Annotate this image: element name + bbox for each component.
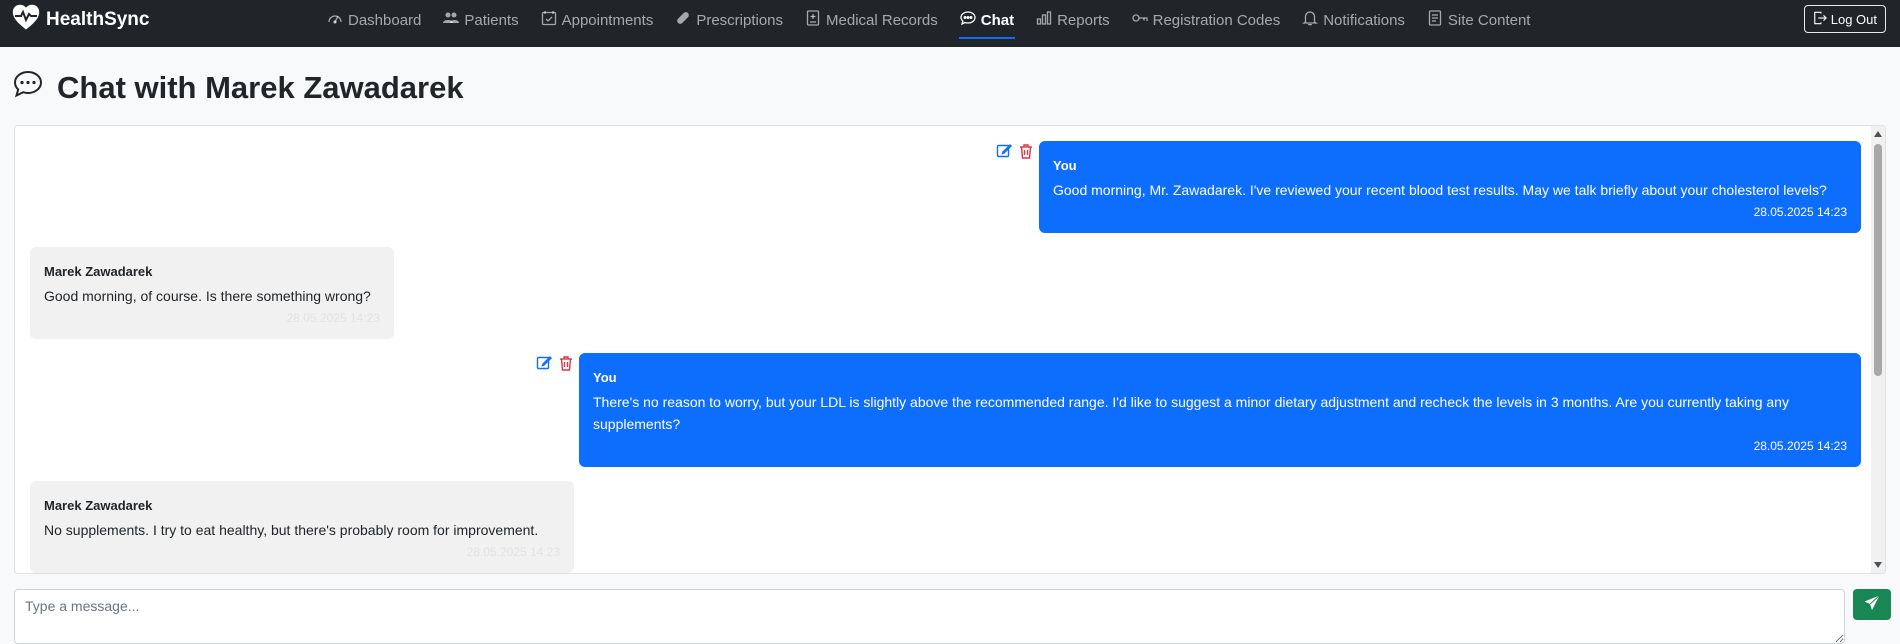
chat-messages-panel[interactable]: You Good morning, Mr. Zawadarek. I've re… xyxy=(14,125,1886,574)
file-text-icon xyxy=(1427,10,1443,30)
message-sender: Marek Zawadarek xyxy=(44,498,153,513)
chat-message-received: Marek Zawadarek Good morning, of course.… xyxy=(30,247,394,339)
chat-message-received: Marek Zawadarek No supplements. I try to… xyxy=(30,481,574,573)
message-timestamp: 28.05.2025 14:23 xyxy=(1753,439,1847,453)
message-text: Good morning, of course. Is there someth… xyxy=(44,288,371,304)
message-sender: Marek Zawadarek xyxy=(44,264,153,279)
send-icon xyxy=(1864,595,1880,614)
nav-item-chat[interactable]: Chat xyxy=(949,0,1025,40)
chat-message-sent: You There's no reason to worry, but your… xyxy=(579,353,1861,467)
top-navbar: HealthSync Dashboard Patients Appointmen… xyxy=(0,0,1900,47)
people-icon xyxy=(443,10,460,30)
edit-icon[interactable] xyxy=(536,355,552,371)
nav-item-medical-records[interactable]: Medical Records xyxy=(794,0,949,40)
message-text: There's no reason to worry, but your LDL… xyxy=(593,394,1789,432)
heart-pulse-icon xyxy=(12,4,40,36)
calendar-check-icon xyxy=(541,10,557,30)
file-medical-icon xyxy=(805,10,821,30)
send-button[interactable] xyxy=(1853,589,1891,620)
chat-icon xyxy=(960,10,976,30)
message-sender: You xyxy=(593,370,617,385)
message-timestamp: 28.05.2025 14:23 xyxy=(1753,205,1847,219)
message-actions xyxy=(996,143,1034,159)
nav-item-registration-codes[interactable]: Registration Codes xyxy=(1121,0,1292,40)
nav-item-patients[interactable]: Patients xyxy=(432,0,529,40)
chat-message-sent: You Good morning, Mr. Zawadarek. I've re… xyxy=(1039,141,1861,233)
nav-item-appointments[interactable]: Appointments xyxy=(530,0,665,40)
edit-icon[interactable] xyxy=(996,143,1012,159)
delete-icon[interactable] xyxy=(558,355,574,371)
message-text: Good morning, Mr. Zawadarek. I've review… xyxy=(1053,182,1827,198)
key-icon xyxy=(1131,10,1148,30)
message-actions xyxy=(536,355,574,371)
chat-dots-icon xyxy=(13,69,43,107)
nav-item-dashboard[interactable]: Dashboard xyxy=(316,0,432,40)
bar-chart-icon xyxy=(1036,10,1052,30)
message-text: No supplements. I try to eat healthy, bu… xyxy=(44,522,539,538)
nav-menu: Dashboard Patients Appointments Prescrip… xyxy=(316,0,1541,40)
logout-icon xyxy=(1813,11,1827,28)
nav-item-reports[interactable]: Reports xyxy=(1025,0,1121,40)
nav-item-site-content[interactable]: Site Content xyxy=(1416,0,1542,40)
chat-scrollbar[interactable] xyxy=(1871,126,1885,573)
logout-button[interactable]: Log Out xyxy=(1803,5,1886,33)
scroll-up-arrow[interactable] xyxy=(1874,131,1882,137)
scroll-down-arrow[interactable] xyxy=(1874,562,1882,568)
scroll-thumb[interactable] xyxy=(1874,144,1882,376)
bell-icon xyxy=(1302,10,1319,30)
brand-logo[interactable]: HealthSync xyxy=(12,0,149,40)
message-input[interactable] xyxy=(14,589,1845,644)
page-title-text: Chat with Marek Zawadarek xyxy=(57,70,464,105)
brand-name: HealthSync xyxy=(46,9,150,30)
message-timestamp: 28.05.2025 14:23 xyxy=(286,311,380,325)
delete-icon[interactable] xyxy=(1018,143,1034,159)
message-sender: You xyxy=(1053,158,1077,173)
speedometer-icon xyxy=(327,10,343,30)
nav-item-prescriptions[interactable]: Prescriptions xyxy=(664,0,794,40)
capsule-icon xyxy=(675,10,691,30)
page-title: Chat with Marek Zawadarek xyxy=(13,68,464,108)
message-timestamp: 28.05.2025 14:23 xyxy=(466,545,560,559)
nav-item-notifications[interactable]: Notifications xyxy=(1291,0,1416,40)
